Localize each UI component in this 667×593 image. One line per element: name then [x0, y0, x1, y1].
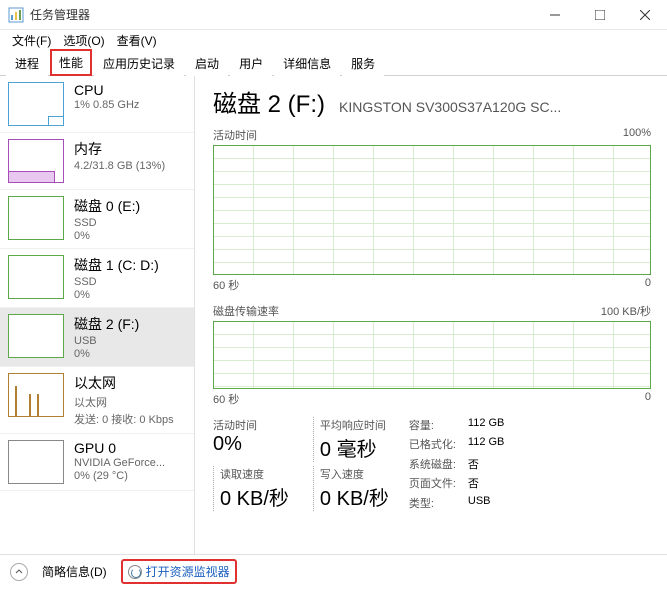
formatted-value: 112 GB	[468, 436, 505, 452]
write-label: 写入速度	[320, 466, 389, 482]
detail-title: 磁盘 2 (F:)	[213, 84, 325, 119]
sidebar-item-cpu[interactable]: CPU 1% 0.85 GHz	[0, 76, 194, 133]
tab-details[interactable]: 详细信息	[274, 50, 340, 76]
sidebar-cpu-title: CPU	[74, 82, 139, 98]
content: CPU 1% 0.85 GHz 内存 4.2/31.8 GB (13%) 磁盘 …	[0, 76, 667, 554]
tab-startup[interactable]: 启动	[186, 50, 228, 76]
sidebar-disk0-sub1: SSD	[74, 217, 140, 229]
menu-options[interactable]: 选项(O)	[59, 30, 108, 51]
disk0-thumb	[8, 196, 64, 240]
app-icon	[8, 7, 24, 23]
sidebar-item-disk0[interactable]: 磁盘 0 (E:) SSD 0%	[0, 190, 194, 249]
resp-value: 0 毫秒	[320, 433, 389, 462]
sidebar-mem-title: 内存	[74, 139, 165, 159]
footer: 简略信息(D) 打开资源监视器	[0, 554, 667, 588]
tab-app-history[interactable]: 应用历史记录	[94, 50, 184, 76]
sidebar-item-memory[interactable]: 内存 4.2/31.8 GB (13%)	[0, 133, 194, 190]
sidebar: CPU 1% 0.85 GHz 内存 4.2/31.8 GB (13%) 磁盘 …	[0, 76, 195, 554]
disk2-thumb	[8, 314, 64, 358]
capacity-label: 容量:	[409, 417, 456, 433]
sidebar-disk1-title: 磁盘 1 (C: D:)	[74, 255, 159, 275]
tab-performance[interactable]: 性能	[50, 49, 92, 76]
formatted-label: 已格式化:	[409, 436, 456, 452]
chart2-label: 磁盘传输速率	[213, 303, 279, 319]
detail-pane: 磁盘 2 (F:) KINGSTON SV300S37A120G SC... 活…	[195, 76, 667, 554]
sidebar-disk1-sub1: SSD	[74, 276, 159, 288]
chart1-xright: 0	[645, 277, 651, 293]
chart1-max: 100%	[623, 127, 651, 143]
sidebar-disk0-sub2: 0%	[74, 230, 140, 242]
sidebar-item-disk1[interactable]: 磁盘 1 (C: D:) SSD 0%	[0, 249, 194, 308]
close-button[interactable]	[622, 0, 667, 30]
activity-chart-block: 活动时间 100% 60 秒 0	[213, 127, 651, 293]
gpu-thumb	[8, 440, 64, 484]
sysdisk-value: 否	[468, 456, 505, 472]
ethernet-thumb	[8, 373, 64, 417]
sidebar-gpu-sub2: 0% (29 °C)	[74, 470, 165, 482]
collapse-icon[interactable]	[10, 563, 28, 581]
chart2-max: 100 KB/秒	[601, 303, 651, 319]
tab-users[interactable]: 用户	[230, 50, 272, 76]
sidebar-item-gpu[interactable]: GPU 0 NVIDIA GeForce... 0% (29 °C)	[0, 434, 194, 491]
sidebar-mem-sub: 4.2/31.8 GB (13%)	[74, 160, 165, 172]
sidebar-disk2-sub1: USB	[74, 335, 139, 347]
sidebar-gpu-title: GPU 0	[74, 440, 165, 456]
type-value: USB	[468, 495, 505, 511]
active-label: 活动时间	[213, 417, 289, 433]
menu-file[interactable]: 文件(F)	[8, 30, 55, 51]
stats: 活动时间 0% 平均响应时间 0 毫秒 读取速度 0 KB/秒 写入速度 0 K…	[213, 417, 651, 511]
chart2-xright: 0	[645, 391, 651, 407]
resource-monitor-icon	[128, 565, 142, 579]
sidebar-eth-sub1: 以太网	[74, 394, 174, 410]
transfer-chart	[213, 321, 651, 389]
sidebar-item-disk2[interactable]: 磁盘 2 (F:) USB 0%	[0, 308, 194, 367]
pagefile-label: 页面文件:	[409, 475, 456, 491]
active-value: 0%	[213, 433, 289, 456]
sidebar-disk0-title: 磁盘 0 (E:)	[74, 196, 140, 216]
menu-view[interactable]: 查看(V)	[113, 30, 161, 51]
open-resource-monitor-link[interactable]: 打开资源监视器	[121, 559, 237, 584]
detail-model: KINGSTON SV300S37A120G SC...	[339, 99, 561, 115]
tabbar: 进程 性能 应用历史记录 启动 用户 详细信息 服务	[0, 50, 667, 76]
pagefile-value: 否	[468, 475, 505, 491]
transfer-chart-block: 磁盘传输速率 100 KB/秒 60 秒 0	[213, 303, 651, 407]
sidebar-eth-sub2: 发送: 0 接收: 0 Kbps	[74, 411, 174, 427]
titlebar: 任务管理器	[0, 0, 667, 30]
disk1-thumb	[8, 255, 64, 299]
menubar: 文件(F) 选项(O) 查看(V)	[0, 30, 667, 50]
sidebar-item-ethernet[interactable]: 以太网 以太网 发送: 0 接收: 0 Kbps	[0, 367, 194, 434]
minimize-button[interactable]	[532, 0, 577, 30]
sidebar-disk2-title: 磁盘 2 (F:)	[74, 314, 139, 334]
brief-info-link[interactable]: 简略信息(D)	[42, 563, 107, 580]
memory-thumb	[8, 139, 64, 183]
capacity-value: 112 GB	[468, 417, 505, 433]
sidebar-gpu-sub1: NVIDIA GeForce...	[74, 457, 165, 469]
chart2-xleft: 60 秒	[213, 391, 239, 407]
read-value: 0 KB/秒	[220, 482, 289, 511]
sidebar-disk2-sub2: 0%	[74, 348, 139, 360]
activity-chart	[213, 145, 651, 275]
write-value: 0 KB/秒	[320, 482, 389, 511]
chart1-xleft: 60 秒	[213, 277, 239, 293]
maximize-button[interactable]	[577, 0, 622, 30]
sysdisk-label: 系统磁盘:	[409, 456, 456, 472]
sidebar-eth-title: 以太网	[74, 373, 174, 393]
cpu-thumb	[8, 82, 64, 126]
sidebar-cpu-sub: 1% 0.85 GHz	[74, 99, 139, 111]
resp-label: 平均响应时间	[320, 417, 389, 433]
tab-services[interactable]: 服务	[342, 50, 384, 76]
tab-processes[interactable]: 进程	[6, 50, 48, 76]
window-title: 任务管理器	[30, 6, 532, 23]
chart1-label: 活动时间	[213, 127, 257, 143]
sidebar-disk1-sub2: 0%	[74, 289, 159, 301]
resmon-text: 打开资源监视器	[146, 563, 230, 580]
type-label: 类型:	[409, 495, 456, 511]
read-label: 读取速度	[220, 466, 289, 482]
